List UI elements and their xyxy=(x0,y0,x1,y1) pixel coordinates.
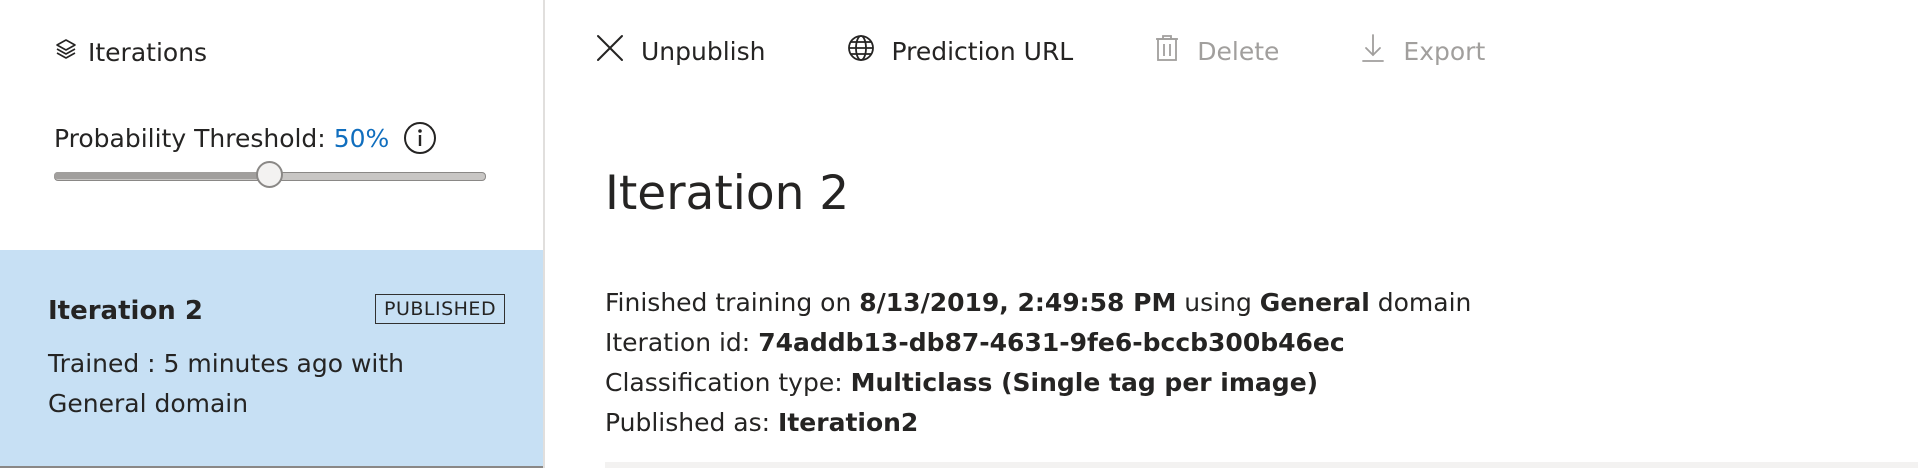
slider-fill xyxy=(54,172,270,179)
export-label: Export xyxy=(1403,36,1486,66)
training-mid: using xyxy=(1176,288,1260,317)
prediction-url-button[interactable]: Prediction URL xyxy=(846,33,1074,69)
export-button[interactable]: Export xyxy=(1359,32,1485,70)
download-icon xyxy=(1359,32,1387,70)
published-info: Published as: Iteration2 xyxy=(605,403,1471,443)
threshold-slider[interactable] xyxy=(54,161,486,188)
training-info: Finished training on 8/13/2019, 2:49:58 … xyxy=(605,283,1471,323)
toolbar: Unpublish Prediction URL Delete Export xyxy=(595,28,1565,74)
delete-label: Delete xyxy=(1197,36,1280,66)
trash-icon xyxy=(1153,33,1181,69)
iteration-id-info: Iteration id: 74addb13-db87-4631-9fe6-bc… xyxy=(605,323,1471,363)
iteration-details: Finished training on 8/13/2019, 2:49:58 … xyxy=(605,283,1471,443)
delete-button[interactable]: Delete xyxy=(1153,33,1279,69)
probability-threshold: Probability Threshold: 50% xyxy=(54,121,437,155)
iteration-name: Iteration 2 xyxy=(48,296,203,326)
iteration-description: Trained : 5 minutes ago with General dom… xyxy=(48,349,405,418)
training-suffix: domain xyxy=(1369,288,1472,317)
slider-thumb[interactable] xyxy=(256,161,283,188)
close-icon xyxy=(595,33,625,69)
unpublish-label: Unpublish xyxy=(641,36,766,66)
threshold-label: Probability Threshold: xyxy=(54,123,326,153)
iteration-id-value: 74addb13-db87-4631-9fe6-bccb300b46ec xyxy=(758,328,1345,357)
classification-value: Multiclass (Single tag per image) xyxy=(850,368,1319,397)
threshold-value: 50% xyxy=(333,123,390,153)
training-prefix: Finished training on xyxy=(605,288,860,317)
published-label: Published as: xyxy=(605,408,779,437)
training-domain: General xyxy=(1259,288,1370,317)
globe-icon xyxy=(846,33,876,69)
prediction-url-label: Prediction URL xyxy=(891,36,1074,66)
page-title: Iteration 2 xyxy=(605,166,850,221)
layers-icon xyxy=(54,37,78,67)
iterations-sidebar: Iterations Probability Threshold: 50% It… xyxy=(0,0,545,468)
published-badge: PUBLISHED xyxy=(375,294,506,324)
training-date: 8/13/2019, 2:49:58 PM xyxy=(859,288,1177,317)
unpublish-button[interactable]: Unpublish xyxy=(595,33,766,69)
iteration-id-label: Iteration id: xyxy=(605,328,759,357)
info-icon[interactable] xyxy=(403,121,437,155)
iteration-list-item[interactable]: Iteration 2 PUBLISHED Trained : 5 minute… xyxy=(0,250,543,468)
performance-panel-edge xyxy=(605,462,1918,468)
classification-info: Classification type: Multiclass (Single … xyxy=(605,363,1471,403)
sidebar-header: Iterations xyxy=(54,34,207,70)
classification-label: Classification type: xyxy=(605,368,851,397)
sidebar-title: Iterations xyxy=(88,37,208,67)
published-value: Iteration2 xyxy=(778,408,919,437)
